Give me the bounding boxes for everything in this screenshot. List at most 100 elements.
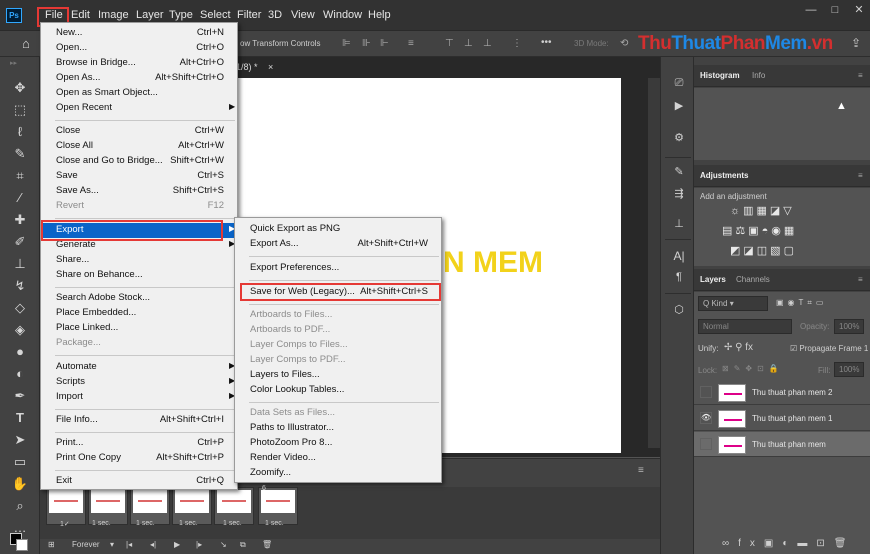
tween-icon[interactable]: ↘	[220, 540, 227, 549]
tab-info[interactable]: Info	[752, 71, 765, 80]
brush-settings-icon[interactable]: ✎	[671, 165, 687, 181]
frame-delay-5[interactable]: 1 sec.	[223, 520, 242, 527]
frame-delay-4[interactable]: 1 sec.	[179, 520, 198, 527]
menu-item-save[interactable]: Save Ctrl+S	[41, 169, 237, 184]
frame-delay-2[interactable]: 1 sec.	[92, 520, 111, 527]
menu-item-color-lookup-tables[interactable]: Color Lookup Tables...	[235, 383, 441, 398]
brush-tool-icon[interactable]: ✐	[10, 233, 30, 251]
tab-adjustments[interactable]: Adjustments	[700, 171, 748, 180]
menu-item-photozoom-pro[interactable]: PhotoZoom Pro 8...	[235, 436, 441, 451]
menu-item-render-video[interactable]: Render Video...	[235, 451, 441, 466]
menu-item-print-one-copy[interactable]: Print One Copy Alt+Shift+Ctrl+P	[41, 451, 237, 466]
character-panel-icon[interactable]: A|	[671, 249, 687, 265]
menu-item-revert[interactable]: Revert F12	[41, 199, 237, 214]
eye-icon[interactable]: 👁	[700, 412, 712, 424]
distribute-icon[interactable]: ≡	[408, 38, 414, 49]
menu-item-open-recent[interactable]: Open Recent ▶	[41, 101, 237, 116]
menu-item-place-linked[interactable]: Place Linked...	[41, 321, 237, 336]
tab-channels[interactable]: Channels	[736, 275, 770, 284]
menu-view[interactable]: View	[291, 9, 315, 21]
tab-histogram[interactable]: Histogram	[700, 71, 740, 80]
minimize-button[interactable]: —	[800, 4, 822, 18]
menu-item-layer-comps-to-pdf[interactable]: Layer Comps to PDF...	[235, 353, 441, 368]
align-middle-icon[interactable]: ⊥	[464, 38, 473, 49]
healing-brush-tool-icon[interactable]: ✚	[10, 211, 30, 229]
document-tab-close-icon[interactable]: ×	[268, 62, 273, 72]
menu-item-share-on-behance[interactable]: Share on Behance...	[41, 268, 237, 283]
adjustment-icons-row-2[interactable]: ▤⚖▣◓◉▦	[722, 224, 797, 237]
orbit-icon[interactable]: ⟲	[620, 38, 628, 49]
menu-help[interactable]: Help	[368, 9, 391, 21]
menu-item-export-preferences[interactable]: Export Preferences...	[235, 261, 441, 276]
distribute-vertical-icon[interactable]: ⋮	[512, 38, 522, 49]
menu-item-automate[interactable]: Automate ▶	[41, 360, 237, 375]
dodge-tool-icon[interactable]: ◐	[10, 365, 30, 383]
zoom-tool-icon[interactable]: ⌕	[10, 497, 30, 515]
menu-item-paths-to-illustrator[interactable]: Paths to Illustrator...	[235, 421, 441, 436]
history-brush-tool-icon[interactable]: ↯	[10, 277, 30, 295]
menu-image[interactable]: Image	[98, 9, 129, 21]
menu-item-open-as-smart-object[interactable]: Open as Smart Object...	[41, 86, 237, 101]
menu-type[interactable]: Type	[169, 9, 193, 21]
gradient-tool-icon[interactable]: ◈	[10, 321, 30, 339]
marquee-tool-icon[interactable]: ⬚	[10, 101, 30, 119]
timeline-menu-icon[interactable]: ≡	[638, 465, 644, 476]
previous-frame-icon[interactable]: ◂|	[150, 540, 156, 549]
loop-options-select[interactable]: Forever	[72, 540, 100, 549]
menu-layer[interactable]: Layer	[136, 9, 164, 21]
menu-item-quick-export-png[interactable]: Quick Export as PNG	[235, 222, 441, 237]
transform-controls-label[interactable]: ow Transform Controls	[240, 39, 320, 48]
rectangle-tool-icon[interactable]: ▭	[10, 453, 30, 471]
history-panel-icon[interactable]: ⎚	[671, 77, 687, 93]
menu-item-browse-in-bridge[interactable]: Browse in Bridge... Alt+Ctrl+O	[41, 56, 237, 71]
blur-tool-icon[interactable]: ●	[10, 343, 30, 361]
menu-item-place-embedded[interactable]: Place Embedded...	[41, 306, 237, 321]
menu-item-save-as[interactable]: Save As... Shift+Ctrl+S	[41, 184, 237, 199]
clone-source-icon[interactable]: ⊥	[671, 217, 687, 233]
tab-layers[interactable]: Layers	[700, 275, 726, 284]
menu-item-print[interactable]: Print... Ctrl+P	[41, 436, 237, 451]
maximize-button[interactable]: □	[824, 4, 846, 18]
pen-tool-icon[interactable]: ✒	[10, 387, 30, 405]
hand-tool-icon[interactable]: ✋	[10, 475, 30, 493]
menu-3d[interactable]: 3D	[268, 9, 282, 21]
menu-edit[interactable]: Edit	[71, 9, 90, 21]
menu-item-search-adobe-stock[interactable]: Search Adobe Stock...	[41, 291, 237, 306]
layer-footer-icons[interactable]: ∞fx▣◐▬⊡🗑	[722, 538, 855, 549]
align-right-icon[interactable]: ⊩	[380, 38, 389, 49]
eraser-tool-icon[interactable]: ◇	[10, 299, 30, 317]
toolbar-grip[interactable]: ▸▸	[10, 59, 17, 67]
menu-item-artboards-to-pdf[interactable]: Artboards to PDF...	[235, 323, 441, 338]
frame-delay-3[interactable]: 1 sec.	[136, 520, 155, 527]
brushes-panel-icon[interactable]: ⇶	[671, 187, 687, 203]
menu-select[interactable]: Select	[200, 9, 231, 21]
unify-icons[interactable]: ✢ ⚲ fx	[724, 342, 753, 353]
menu-item-file-info[interactable]: File Info... Alt+Shift+Ctrl+I	[41, 413, 237, 428]
menu-item-new[interactable]: New... Ctrl+N	[41, 26, 237, 41]
menu-item-share[interactable]: Share...	[41, 253, 237, 268]
menu-item-scripts[interactable]: Scripts ▶	[41, 375, 237, 390]
layer-row-selected[interactable]: Thu thuat phan mem	[694, 432, 870, 457]
move-tool-icon[interactable]: ✥	[10, 79, 30, 97]
align-top-icon[interactable]: ⊤	[445, 38, 454, 49]
layer-visibility-toggle[interactable]	[700, 386, 712, 398]
next-frame-icon[interactable]: |▸	[196, 540, 202, 549]
layer-row[interactable]: 👁 Thu thuat phan mem 1	[694, 406, 870, 431]
crop-tool-icon[interactable]: ⌗	[10, 167, 30, 185]
duplicate-frame-icon[interactable]: ⧉	[240, 540, 246, 550]
menu-item-exit[interactable]: Exit Ctrl+Q	[41, 474, 237, 489]
adjustment-icons-row-3[interactable]: ◩◪◫▧▢	[730, 244, 797, 257]
align-left-icon[interactable]: ⊫	[342, 38, 351, 49]
path-select-tool-icon[interactable]: ➤	[10, 431, 30, 449]
quick-select-tool-icon[interactable]: ✎	[10, 145, 30, 163]
fill-input[interactable]: 100%	[834, 362, 864, 377]
menu-filter[interactable]: Filter	[237, 9, 261, 21]
blend-mode-select[interactable]: Normal	[698, 319, 792, 334]
lock-icons[interactable]: ⊠✎✥⊡🔒	[722, 364, 784, 373]
clone-stamp-tool-icon[interactable]: ⊥	[10, 255, 30, 273]
menu-window[interactable]: Window	[323, 9, 362, 21]
eyedropper-tool-icon[interactable]: ⁄	[10, 189, 30, 207]
align-bottom-icon[interactable]: ⊥	[483, 38, 492, 49]
menu-item-close-and-go-to-bridge[interactable]: Close and Go to Bridge... Shift+Ctrl+W	[41, 154, 237, 169]
home-icon[interactable]: ⌂	[22, 36, 30, 51]
